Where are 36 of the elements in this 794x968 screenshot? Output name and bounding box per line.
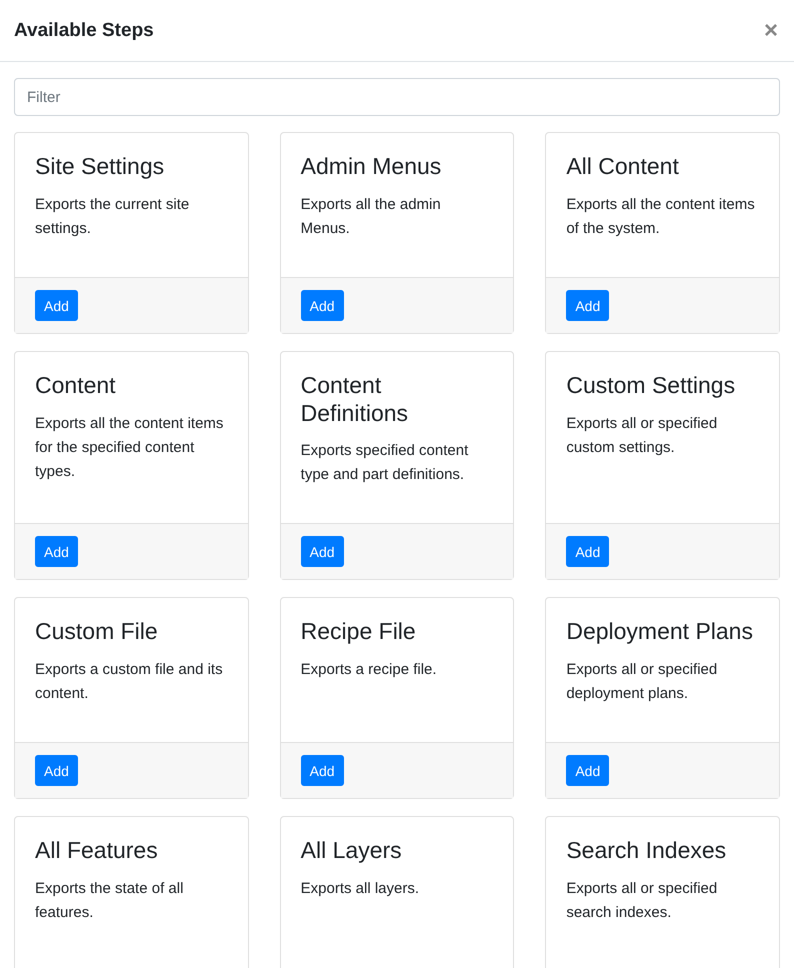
step-description: Exports all or specified search indexes. xyxy=(566,878,718,923)
add-button[interactable]: Add xyxy=(35,536,78,568)
add-button[interactable]: Add xyxy=(35,755,78,786)
step-title: Search Indexes xyxy=(566,837,728,865)
step-title: Custom File xyxy=(35,618,159,646)
add-button[interactable]: Add xyxy=(300,536,344,568)
step-title: All Layers xyxy=(300,837,403,865)
step-title: Admin Menus xyxy=(300,153,442,181)
step-description: Exports all the admin Menus. xyxy=(300,194,442,239)
add-button[interactable]: Add xyxy=(566,755,610,786)
step-description: Exports a custom file and its content. xyxy=(35,660,224,704)
step-description: Exports all the content items for the specified content types. xyxy=(35,414,224,482)
add-button[interactable]: Add xyxy=(300,755,344,786)
step-title: Recipe File xyxy=(300,618,417,646)
add-button[interactable]: Add xyxy=(300,290,344,321)
add-button[interactable]: Add xyxy=(566,290,610,321)
step-title: Site Settings xyxy=(35,153,166,181)
step-title: Deployment Plans xyxy=(566,618,754,646)
step-description: Exports all the content items of the system. xyxy=(566,194,756,239)
step-title: Custom Settings xyxy=(566,372,736,400)
step-description: Exports the current site settings. xyxy=(35,194,190,239)
add-button[interactable]: Add xyxy=(566,536,610,568)
step-title: All Features xyxy=(35,837,159,865)
add-button[interactable]: Add xyxy=(35,290,78,321)
step-title: Content Definitions xyxy=(300,372,410,428)
step-description: Exports all layers. xyxy=(300,878,420,899)
step-description: Exports all or specified custom settings. xyxy=(566,414,718,458)
step-description: Exports specified content type and part definitions. xyxy=(300,441,470,486)
step-description: Exports a recipe file. xyxy=(300,660,438,680)
dialog-title: Available Steps xyxy=(14,20,154,42)
step-description: Exports the state of all features. xyxy=(35,878,184,923)
close-button[interactable]: × xyxy=(762,18,780,42)
filter-field[interactable]: Filter xyxy=(14,78,780,116)
step-title: All Content xyxy=(566,153,680,181)
step-description: Exports all or specified deployment plans. xyxy=(566,660,718,704)
step-title: Content xyxy=(35,372,117,400)
